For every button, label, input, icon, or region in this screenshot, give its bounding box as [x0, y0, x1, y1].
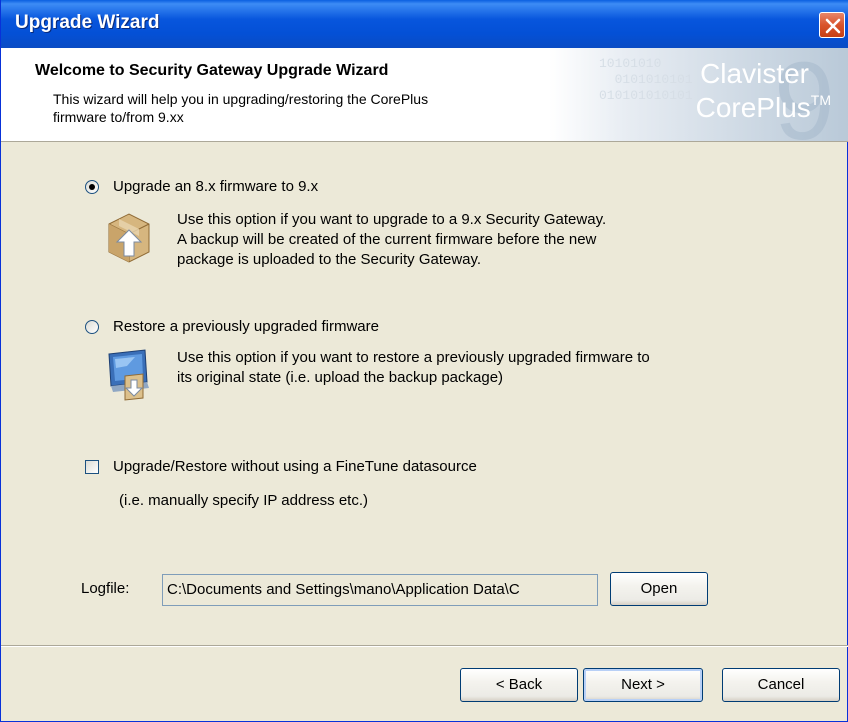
brand-product: CorePlusTM [696, 92, 831, 124]
upgrade-description-line-3: package is uploaded to the Security Gate… [177, 251, 482, 268]
page-subtitle: This wizard will help you in upgrading/r… [53, 90, 573, 126]
cancel-button[interactable]: Cancel [722, 668, 840, 702]
upgrade-radio[interactable] [85, 180, 99, 194]
window-title: Upgrade Wizard [15, 12, 160, 33]
no-datasource-label[interactable]: Upgrade/Restore without using a FineTune… [113, 458, 477, 475]
restore-description-line-2: its original state (i.e. upload the back… [177, 369, 504, 386]
computer-restore-icon [105, 348, 155, 406]
no-datasource-checkbox[interactable] [85, 460, 99, 474]
open-logfile-button[interactable]: Open [610, 572, 708, 606]
brand-banner: 10101010 0101010101 010101010101 9 Clavi… [549, 48, 848, 141]
no-datasource-note: (i.e. manually specify IP address etc.) [119, 492, 368, 509]
upgrade-option-label[interactable]: Upgrade an 8.x firmware to 9.x [113, 178, 318, 195]
brand-name: Clavister [700, 58, 809, 89]
brand-product-name: CorePlus [695, 92, 811, 123]
logfile-path-field[interactable]: C:\Documents and Settings\mano\Applicati… [162, 574, 598, 606]
restore-description-line-1: Use this option if you want to restore a… [177, 349, 650, 366]
close-icon [825, 18, 841, 34]
package-upload-icon [105, 210, 153, 268]
binary-pattern: 10101010 0101010101 010101010101 [599, 56, 693, 103]
page-subtitle-line-2: firmware to/from 9.xx [53, 109, 184, 125]
footer-divider [1, 645, 848, 647]
radio-selected-dot [89, 184, 95, 190]
wizard-header: 10101010 0101010101 010101010101 9 Clavi… [1, 48, 848, 142]
restore-description: Use this option if you want to restore a… [177, 348, 650, 388]
restore-option-label[interactable]: Restore a previously upgraded firmware [113, 318, 379, 335]
next-button[interactable]: Next > [583, 668, 703, 702]
page-title: Welcome to Security Gateway Upgrade Wiza… [35, 62, 389, 79]
back-button[interactable]: < Back [460, 668, 578, 702]
logfile-label: Logfile: [81, 580, 130, 597]
close-button[interactable] [819, 12, 845, 38]
restore-radio[interactable] [85, 320, 99, 334]
title-bar[interactable]: Upgrade Wizard [1, 0, 848, 48]
upgrade-description-line-1: Use this option if you want to upgrade t… [177, 211, 607, 228]
page-subtitle-line-1: This wizard will help you in upgrading/r… [53, 91, 429, 107]
upgrade-description-line-2: A backup will be created of the current … [177, 231, 597, 248]
trademark: TM [810, 92, 831, 108]
wizard-window: Upgrade Wizard 10101010 0101010101 01010… [0, 0, 848, 722]
upgrade-description: Use this option if you want to upgrade t… [177, 210, 606, 270]
